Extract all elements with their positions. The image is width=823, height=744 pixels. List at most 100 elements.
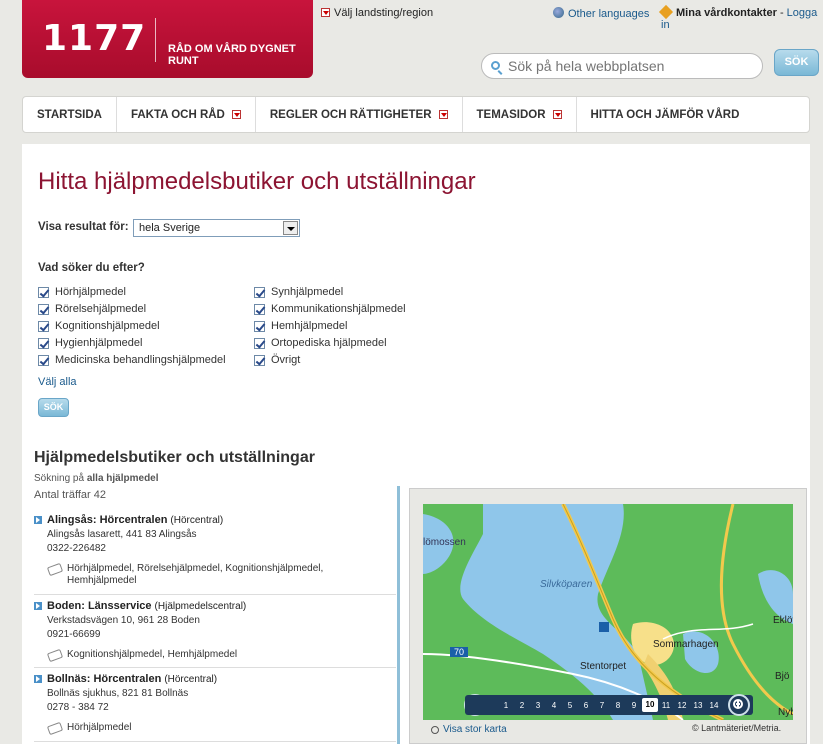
checkbox-hygienhjalpmedel[interactable]: Hygienhjälpmedel xyxy=(38,337,142,349)
map-road-sign: 70 xyxy=(450,647,469,657)
map-label-silvkoparen: Silvköparen xyxy=(540,579,593,590)
nav-hitta-och-jamfor-vard[interactable]: HITTA OCH JÄMFÖR VÅRD xyxy=(577,97,754,132)
select-all-link[interactable]: Välj alla xyxy=(38,376,77,388)
region-select[interactable]: hela Sverige xyxy=(133,219,300,237)
checkbox-box[interactable] xyxy=(254,303,265,315)
nav-label: STARTSIDA xyxy=(37,108,102,121)
checkbox-box[interactable] xyxy=(38,320,49,332)
zoom-level-7[interactable]: 7 xyxy=(594,701,610,710)
zoom-level-2[interactable]: 2 xyxy=(514,701,530,710)
map-label-bjo: Bjö xyxy=(775,671,790,682)
zoom-level-4[interactable]: 4 xyxy=(546,701,562,710)
search-summary-value: alla hjälpmedel xyxy=(86,473,159,484)
nav-startsida[interactable]: STARTSIDA xyxy=(23,97,117,132)
zoom-level-13[interactable]: 13 xyxy=(690,701,706,710)
dropdown-arrow-icon xyxy=(321,8,330,17)
checkbox-box[interactable] xyxy=(254,337,265,349)
result-categories: Hörhjälpmedel, Rörelsehjälpmedel, Kognit… xyxy=(67,563,324,586)
nav-label: FAKTA OCH RÅD xyxy=(130,108,225,121)
zoom-level-6[interactable]: 6 xyxy=(578,701,594,710)
contacts-link[interactable]: Mina vårdkontakter xyxy=(676,7,777,19)
arrow-bullet-icon xyxy=(34,675,42,683)
other-languages-link[interactable]: Other languages xyxy=(553,7,649,20)
logo-separator xyxy=(155,18,156,62)
result-type: (Hjälpmedelscentral) xyxy=(154,600,247,612)
checkbox-label: Övrigt xyxy=(271,354,301,366)
search-question: Vad söker du efter? xyxy=(38,262,145,274)
contacts-separator: - xyxy=(779,7,784,19)
result-title-link[interactable]: Alingsås: Hörcentralen xyxy=(47,514,167,526)
zoom-in-button[interactable] xyxy=(728,694,750,716)
checkbox-box[interactable] xyxy=(38,354,49,366)
result-phone: 0278 - 384 72 xyxy=(47,702,109,713)
result-item: Boden: Länsservice (Hjälpmedelscentral) V… xyxy=(34,600,394,663)
checkbox-ovrigt[interactable]: Övrigt xyxy=(254,354,300,366)
map-label-sommarhagen: Sommarhagen xyxy=(653,639,719,650)
map-label-stentorpet: Stentorpet xyxy=(580,661,627,672)
zoom-in-icon xyxy=(733,699,743,709)
checkbox-label: Kommunikationshjälpmedel xyxy=(271,303,406,315)
checkbox-medicinska[interactable]: Medicinska behandlingshjälpmedel xyxy=(38,354,226,366)
page-title: Hitta hjälpmedelsbutiker och utställning… xyxy=(38,168,476,195)
search-icon xyxy=(491,61,500,70)
zoom-bar[interactable]: 1 2 3 4 5 6 7 8 9 10 11 12 13 14 xyxy=(465,695,753,715)
checkbox-kognitionshjalpmedel[interactable]: Kognitionshjälpmedel xyxy=(38,320,160,332)
checkbox-kommunikationshjalpmedel[interactable]: Kommunikationshjälpmedel xyxy=(254,303,406,315)
checkbox-box[interactable] xyxy=(38,286,49,298)
dropdown-arrow-icon[interactable] xyxy=(552,110,562,119)
dropdown-arrow-icon[interactable] xyxy=(231,110,241,119)
result-phone: 0322-226482 xyxy=(47,543,106,554)
show-results-label: Visa resultat för: xyxy=(38,221,129,233)
zoom-level-11[interactable]: 11 xyxy=(658,701,674,710)
show-large-map-label: Visa stor karta xyxy=(443,724,507,735)
tag-icon xyxy=(46,648,64,663)
select-arrow-icon[interactable] xyxy=(283,221,298,235)
nav-temasidor[interactable]: TEMASIDOR xyxy=(463,97,577,132)
checkbox-hemhjalpmedel[interactable]: Hemhjälpmedel xyxy=(254,320,347,332)
result-count: Antal träffar 42 xyxy=(34,489,106,501)
checkbox-box[interactable] xyxy=(38,303,49,315)
checkbox-horhjalpmedel[interactable]: Hörhjälpmedel xyxy=(38,286,126,298)
results-list[interactable]: Antal träffar 42 Alingsås: Hörcentralen (… xyxy=(22,486,400,744)
checkbox-synhjalpmedel[interactable]: Synhjälpmedel xyxy=(254,286,343,298)
result-phone: 0921-66699 xyxy=(47,629,101,640)
tag-icon xyxy=(46,562,64,577)
region-link[interactable]: Välj landsting/region xyxy=(321,7,433,19)
result-categories: Hörhjälpmedel xyxy=(67,722,132,733)
checkbox-box[interactable] xyxy=(254,354,265,366)
checkbox-box[interactable] xyxy=(254,320,265,332)
result-divider xyxy=(34,741,396,742)
tag-icon xyxy=(46,721,64,736)
zoom-level-9[interactable]: 9 xyxy=(626,701,642,710)
site-search-button[interactable]: SÖK xyxy=(774,49,819,76)
result-address: Verkstadsvägen 10, 961 28 Boden xyxy=(47,615,200,626)
show-large-map-link[interactable]: Visa stor karta xyxy=(431,724,507,735)
site-logo[interactable]: 1177 RÅD OM VÅRD DYGNET RUNT xyxy=(22,0,313,78)
site-search-input[interactable] xyxy=(481,53,763,79)
nav-regler-och-rattigheter[interactable]: REGLER OCH RÄTTIGHETER xyxy=(256,97,463,132)
map-view[interactable]: lömossen Silvköparen Sommarhagen Stentor… xyxy=(423,504,793,720)
zoom-level-5[interactable]: 5 xyxy=(562,701,578,710)
zoom-level-8[interactable]: 8 xyxy=(610,701,626,710)
zoom-level-12[interactable]: 12 xyxy=(674,701,690,710)
search-summary-prefix: Sökning på xyxy=(34,473,85,484)
checkbox-box[interactable] xyxy=(254,286,265,298)
magnifier-icon xyxy=(431,725,439,734)
form-search-button[interactable]: SÖK xyxy=(38,398,69,417)
checkbox-ortopediska[interactable]: Ortopediska hjälpmedel xyxy=(254,337,387,349)
result-title-link[interactable]: Boden: Länsservice xyxy=(47,600,152,612)
result-title-link[interactable]: Bollnäs: Hörcentralen xyxy=(47,673,161,685)
nav-fakta-och-rad[interactable]: FAKTA OCH RÅD xyxy=(117,97,256,132)
checkbox-box[interactable] xyxy=(38,337,49,349)
arrow-bullet-icon xyxy=(34,602,42,610)
zoom-level-3[interactable]: 3 xyxy=(530,701,546,710)
checkbox-rorelsehjalpmedel[interactable]: Rörelsehjälpmedel xyxy=(38,303,146,315)
dropdown-arrow-icon[interactable] xyxy=(438,110,448,119)
nav-label: REGLER OCH RÄTTIGHETER xyxy=(269,108,432,121)
checkbox-label: Medicinska behandlingshjälpmedel xyxy=(55,354,226,366)
zoom-level-selected[interactable]: 10 xyxy=(642,698,658,712)
result-item: Bollnäs: Hörcentralen (Hörcentral) Bollnä… xyxy=(34,673,394,736)
zoom-level-1[interactable]: 1 xyxy=(498,701,514,710)
other-languages-label: Other languages xyxy=(568,8,650,20)
zoom-level-14[interactable]: 14 xyxy=(706,701,722,710)
